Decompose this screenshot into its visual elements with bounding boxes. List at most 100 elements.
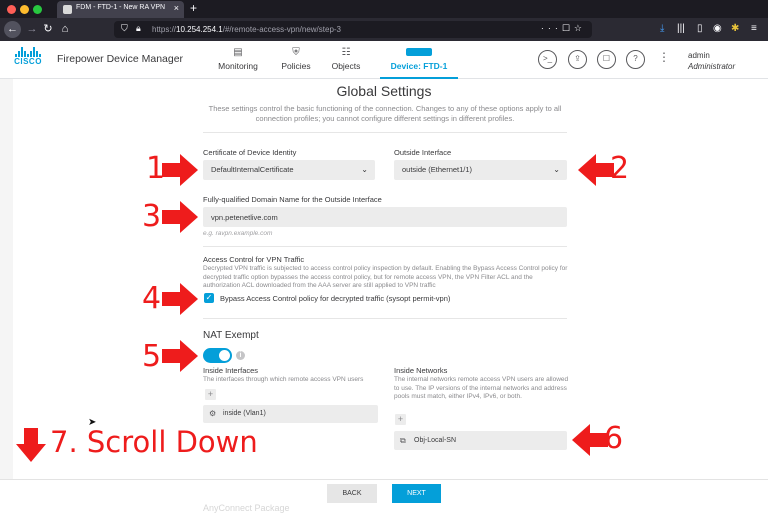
nav-label: Device: FTD-1 — [390, 61, 448, 71]
annotation-scroll-down: 7. Scroll Down — [50, 425, 258, 459]
inside-network-item[interactable]: ⧉ Obj-Local-SN — [394, 431, 567, 450]
nat-exempt-heading: NAT Exempt — [203, 330, 259, 341]
library-icon[interactable]: ||| — [677, 23, 685, 34]
browser-home-icon[interactable]: ⌂ — [58, 21, 72, 38]
nav-tab-policies[interactable]: ⛨ Policies — [275, 41, 317, 79]
section-divider — [203, 318, 567, 319]
sidebar-icon[interactable]: ▯ — [697, 23, 703, 34]
objects-icon: ☷ — [341, 47, 351, 58]
deploy-icon[interactable]: ⇪ — [568, 50, 587, 69]
annotation-arrow-right-icon — [162, 283, 198, 315]
toggle-knob — [219, 350, 230, 361]
annotation-arrow-right-icon — [162, 154, 198, 186]
user-role: Administrator — [688, 62, 736, 71]
inside-network-name: Obj-Local-SN — [414, 437, 457, 444]
browser-back-icon[interactable]: ← — [4, 21, 21, 38]
more-options-icon[interactable]: ⋮ — [658, 50, 670, 64]
scrollbar-track[interactable] — [0, 79, 13, 479]
inside-networks-description: The internal networks remote access VPN … — [394, 376, 569, 400]
app-header: CISCO Firepower Device Manager ▤ Monitor… — [0, 41, 768, 79]
nav-tab-monitoring[interactable]: ▤ Monitoring — [213, 41, 263, 79]
nav-tab-device[interactable]: Device: FTD-1 — [380, 41, 458, 79]
address-bar[interactable]: ⛉ 🔒︎ https://10.254.254.1/#/remote-acces… — [114, 21, 592, 38]
policies-icon: ⛨ — [292, 47, 300, 58]
add-inside-network-button[interactable]: + — [395, 414, 406, 425]
help-icon[interactable]: ? — [626, 50, 645, 69]
annotation-number-3: 3 — [142, 199, 162, 234]
cli-console-icon[interactable]: >_ — [538, 50, 557, 69]
fqdn-input[interactable] — [203, 207, 567, 227]
new-tab-icon[interactable]: + — [190, 1, 197, 15]
favicon-icon — [63, 5, 72, 14]
section-divider — [203, 246, 567, 247]
bypass-checkbox-label[interactable]: Bypass Access Control policy for decrypt… — [220, 294, 450, 303]
inside-interface-item[interactable]: ⚙ inside (Vlan1) — [203, 405, 378, 423]
nav-label: Monitoring — [218, 61, 258, 71]
access-control-description: Decrypted VPN traffic is subjected to ac… — [203, 265, 568, 289]
outside-interface-select[interactable]: outside (Ethernet1/1) ⌄ — [394, 160, 567, 180]
interface-icon: ⚙ — [209, 409, 217, 418]
page-actions-icon[interactable]: ···☐☆ — [541, 23, 586, 34]
cert-select[interactable]: DefaultInternalCertificate ⌄ — [203, 160, 375, 180]
back-button[interactable]: BACK — [327, 484, 377, 503]
chevron-down-icon: ⌄ — [361, 165, 368, 174]
annotation-arrow-left-icon — [572, 424, 608, 456]
browser-window: FDM - FTD-1 - New RA VPN × + ← → ↻ ⌂ ⛉ 🔒… — [0, 0, 768, 514]
annotation-number-4: 4 — [142, 281, 162, 316]
annotation-number-6: 6 — [604, 421, 624, 456]
window-zoom-button[interactable] — [33, 5, 42, 14]
inside-interfaces-description: The interfaces through which remote acce… — [203, 376, 364, 383]
bypass-checkbox[interactable]: ✓ — [204, 293, 214, 303]
browser-reload-icon[interactable]: ↻ — [41, 21, 55, 38]
annotation-arrow-left-icon — [578, 154, 614, 186]
anyconnect-package-heading: AnyConnect Package — [203, 503, 290, 513]
section-divider — [203, 132, 567, 133]
download-icon[interactable]: ⤓ — [660, 23, 664, 34]
monitoring-icon: ▤ — [233, 47, 243, 58]
url-path: /#/remote-access-vpn/new/step-3 — [222, 25, 342, 34]
browser-tab-bar: FDM - FTD-1 - New RA VPN × + — [0, 0, 768, 18]
inside-interface-name: inside (Vlan1) — [223, 410, 266, 417]
annotation-arrow-right-icon — [162, 201, 198, 233]
annotation-arrow-down-icon — [16, 428, 46, 462]
nat-exempt-toggle[interactable] — [203, 348, 232, 363]
tracking-shield-icon[interactable]: ⛉ — [121, 23, 128, 34]
wizard-footer — [0, 479, 768, 514]
product-name: Firepower Device Manager — [57, 53, 184, 65]
extension-icon[interactable]: ◉ — [713, 23, 722, 34]
annotation-number-2: 2 — [610, 151, 630, 186]
menu-icon[interactable]: ≡ — [751, 23, 757, 34]
device-icon — [406, 48, 432, 56]
tab-close-icon[interactable]: × — [174, 3, 179, 13]
browser-tab[interactable]: FDM - FTD-1 - New RA VPN × — [57, 1, 184, 18]
window-minimize-button[interactable] — [20, 5, 29, 14]
tab-title: FDM - FTD-1 - New RA VPN — [76, 4, 166, 11]
cisco-logo: CISCO — [12, 47, 44, 71]
cert-select-value: DefaultInternalCertificate — [211, 165, 294, 174]
inside-interfaces-label: Inside Interfaces — [203, 366, 259, 375]
tasks-icon[interactable]: ☐ — [597, 50, 616, 69]
url-prefix: https:// — [152, 25, 177, 34]
url-host: 10.254.254.1 — [176, 25, 223, 34]
cert-label: Certificate of Device Identity — [203, 148, 297, 157]
user-name[interactable]: admin — [688, 51, 710, 60]
url-text[interactable]: https://10.254.254.1/#/remote-access-vpn… — [152, 25, 341, 34]
fqdn-label: Fully-qualified Domain Name for the Outs… — [203, 195, 382, 204]
nav-tab-objects[interactable]: ☷ Objects — [327, 41, 365, 79]
outside-interface-value: outside (Ethernet1/1) — [402, 165, 473, 174]
inside-networks-label: Inside Networks — [394, 366, 448, 375]
next-button[interactable]: NEXT — [392, 484, 441, 503]
browser-forward-icon[interactable]: → — [25, 21, 39, 38]
add-inside-interface-button[interactable]: + — [205, 389, 216, 400]
nav-label: Objects — [331, 61, 361, 71]
annotation-arrow-right-icon — [162, 340, 198, 372]
window-close-button[interactable] — [7, 5, 16, 14]
extension-alt-icon[interactable]: ✱ — [731, 23, 739, 34]
info-icon[interactable]: i — [236, 351, 245, 360]
lock-icon[interactable]: 🔒︎ — [136, 23, 141, 34]
page-title: Global Settings — [336, 83, 432, 99]
annotation-number-5: 5 — [142, 339, 162, 374]
fqdn-hint: e.g. ravpn.example.com — [203, 230, 273, 237]
access-control-heading: Access Control for VPN Traffic — [203, 255, 305, 264]
nav-label: Policies — [281, 61, 311, 71]
